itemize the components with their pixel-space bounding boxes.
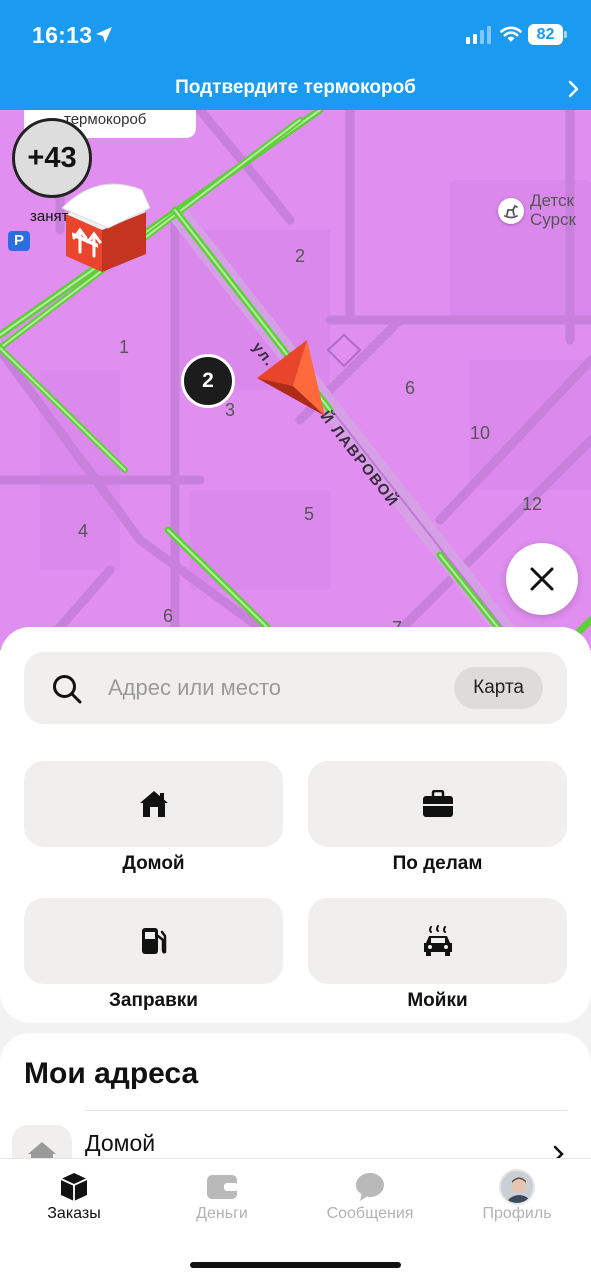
close-icon: [530, 567, 554, 591]
rocking-horse-icon[interactable]: [498, 198, 524, 224]
house-number: 1: [119, 337, 130, 357]
tab-orders[interactable]: Заказы: [0, 1159, 148, 1239]
wallet-icon: [207, 1175, 238, 1199]
wifi-icon: [500, 26, 522, 42]
destination-sheet: Карта Домой По делам Заправки: [0, 627, 591, 1023]
house-number: 12: [522, 494, 543, 514]
chevron-right-icon: [568, 80, 579, 98]
fuel-shortcut-label: Заправки: [109, 990, 198, 1011]
search-input[interactable]: [108, 652, 438, 724]
tab-money[interactable]: Деньги: [148, 1159, 296, 1239]
busy-label: занят: [30, 208, 69, 225]
location-arrow-icon: [96, 27, 112, 43]
car-wash-icon: [423, 925, 452, 956]
my-addresses-title: Мои адреса: [24, 1057, 199, 1090]
tab-messages-label: Сообщения: [326, 1205, 414, 1222]
confirm-thermobox-banner[interactable]: Подтвердите термокороб: [0, 70, 591, 110]
avatar-image: [501, 1171, 533, 1203]
home-shortcut-button[interactable]: [24, 761, 283, 847]
map-button[interactable]: Карта: [454, 667, 543, 709]
navigation-arrow-icon: [257, 340, 325, 416]
fuel-icon: [141, 928, 166, 954]
errands-shortcut-button[interactable]: [308, 761, 567, 847]
home-shortcut-label: Домой: [122, 853, 185, 874]
cellular-signal-icon: [466, 26, 491, 44]
divider: [85, 1110, 567, 1111]
errands-shortcut-label: По делам: [392, 853, 483, 874]
house-number: 6: [405, 378, 416, 398]
battery-tip: [564, 31, 567, 38]
tab-messages[interactable]: Сообщения: [296, 1159, 444, 1239]
briefcase-icon: [422, 790, 453, 817]
banner-text: Подтвердите термокороб: [175, 77, 416, 98]
avatar: [499, 1169, 535, 1205]
tab-profile-label: Профиль: [482, 1205, 552, 1222]
house-number: 5: [304, 504, 315, 524]
close-map-button[interactable]: [506, 543, 578, 615]
home-indicator[interactable]: [190, 1262, 401, 1268]
house-number: 3: [225, 400, 236, 420]
status-time: 16:13: [32, 22, 93, 48]
tab-profile[interactable]: Профиль: [443, 1159, 591, 1239]
house-number: 2: [295, 246, 306, 266]
house-number: 4: [78, 521, 89, 541]
tab-orders-label: Заказы: [47, 1205, 101, 1222]
car-wash-shortcut-button[interactable]: [308, 898, 567, 984]
map-view[interactable]: 2 1 3 6 10 5 12 4 6 7 ул. Й ЛАВРОВОЙ Дет…: [0, 110, 591, 650]
poi-label: Детск Сурск: [530, 191, 576, 229]
chat-icon: [356, 1173, 384, 1201]
orders-icon: [60, 1173, 88, 1201]
fuel-shortcut-button[interactable]: [24, 898, 283, 984]
search-icon: [53, 675, 82, 704]
parking-icon: P: [8, 231, 30, 251]
address-item-home[interactable]: Домой: [85, 1130, 155, 1157]
tab-money-label: Деньги: [196, 1205, 248, 1222]
house-number: 10: [470, 423, 491, 443]
search-bar[interactable]: Карта: [24, 652, 567, 724]
thermobox-marker-icon[interactable]: [58, 178, 151, 279]
car-wash-shortcut-label: Мойки: [407, 990, 468, 1011]
status-bar: 16:13 82: [0, 0, 591, 70]
cluster-marker[interactable]: 2: [181, 354, 235, 408]
home-icon: [139, 791, 168, 817]
house-number: 6: [163, 606, 174, 626]
battery-indicator: 82: [528, 24, 563, 45]
